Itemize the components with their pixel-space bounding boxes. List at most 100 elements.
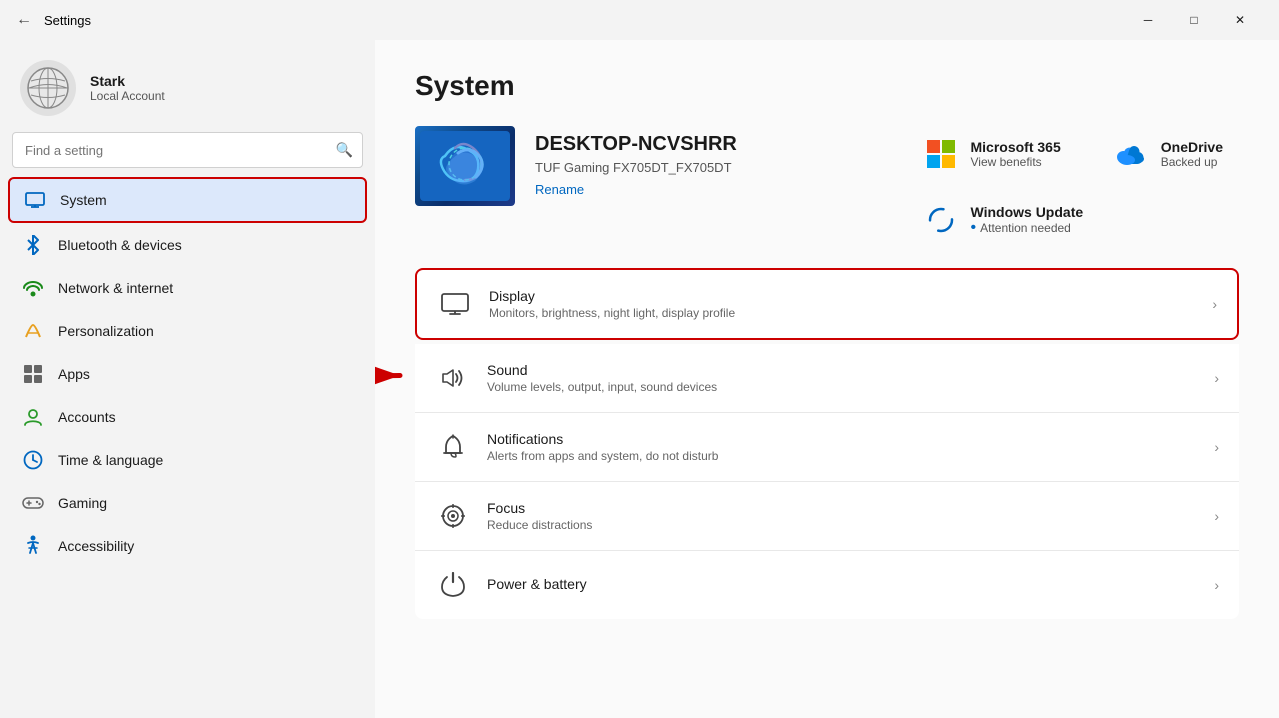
onedrive-text: OneDrive Backed up xyxy=(1161,139,1223,169)
ms365-sub: View benefits xyxy=(971,155,1061,169)
user-name: Stark xyxy=(90,73,165,89)
avatar xyxy=(20,60,76,116)
accessibility-icon xyxy=(22,535,44,557)
search-box: 🔍 xyxy=(12,132,363,168)
search-icon: 🔍 xyxy=(336,142,353,159)
windows-update-title: Windows Update xyxy=(971,204,1084,220)
right-cards: Microsoft 365 View benefits xyxy=(907,126,1240,248)
sound-icon xyxy=(435,360,471,396)
sidebar-item-label-apps: Apps xyxy=(58,366,90,382)
notifications-chevron: › xyxy=(1214,439,1219,455)
sound-chevron: › xyxy=(1214,370,1219,386)
notifications-subtitle: Alerts from apps and system, do not dist… xyxy=(487,449,1198,463)
power-chevron: › xyxy=(1214,577,1219,593)
display-chevron: › xyxy=(1212,296,1217,312)
settings-item-power[interactable]: Power & battery › xyxy=(415,551,1239,619)
sidebar-item-label-system: System xyxy=(60,192,107,208)
ms365-text: Microsoft 365 View benefits xyxy=(971,139,1061,169)
settings-list: Display Monitors, brightness, night ligh… xyxy=(415,268,1239,619)
user-info: Stark Local Account xyxy=(90,73,165,103)
ms365-card[interactable]: Microsoft 365 View benefits xyxy=(907,126,1077,182)
maximize-button[interactable]: □ xyxy=(1171,4,1217,36)
attention-dot: • xyxy=(971,220,977,236)
windows-update-text: Windows Update • Attention needed xyxy=(971,204,1084,236)
sidebar-item-label-personalization: Personalization xyxy=(58,323,154,339)
time-icon xyxy=(22,449,44,471)
sidebar-nav: System Bluetooth & devices xyxy=(8,176,367,568)
sidebar-item-label-accessibility: Accessibility xyxy=(58,538,134,554)
sidebar: Stark Local Account 🔍 System xyxy=(0,40,375,718)
windows-update-sub: Attention needed xyxy=(980,221,1071,235)
apps-icon xyxy=(22,363,44,385)
sidebar-item-bluetooth[interactable]: Bluetooth & devices xyxy=(8,224,367,266)
sound-title: Sound xyxy=(487,362,1198,378)
device-details: DESKTOP-NCVSHRR TUF Gaming FX705DT_FX705… xyxy=(535,133,737,199)
bluetooth-icon xyxy=(22,234,44,256)
power-text: Power & battery xyxy=(487,576,1198,594)
notifications-icon xyxy=(435,429,471,465)
device-image xyxy=(415,126,515,206)
sidebar-item-gaming[interactable]: Gaming xyxy=(8,482,367,524)
settings-item-focus[interactable]: Focus Reduce distractions › xyxy=(415,482,1239,551)
system-icon xyxy=(24,189,46,211)
app-body: Stark Local Account 🔍 System xyxy=(0,40,1279,718)
sidebar-item-label-network: Network & internet xyxy=(58,280,173,296)
sound-subtitle: Volume levels, output, input, sound devi… xyxy=(487,380,1198,394)
sidebar-item-network[interactable]: Network & internet xyxy=(8,267,367,309)
minimize-button[interactable]: ─ xyxy=(1125,4,1171,36)
ms365-title: Microsoft 365 xyxy=(971,139,1061,155)
gaming-icon xyxy=(22,492,44,514)
title-bar-left: ← Settings xyxy=(16,11,91,29)
onedrive-sub: Backed up xyxy=(1161,155,1223,169)
settings-item-display[interactable]: Display Monitors, brightness, night ligh… xyxy=(415,268,1239,340)
settings-item-notifications[interactable]: Notifications Alerts from apps and syste… xyxy=(415,413,1239,482)
onedrive-title: OneDrive xyxy=(1161,139,1223,155)
device-card: DESKTOP-NCVSHRR TUF Gaming FX705DT_FX705… xyxy=(415,126,737,206)
sidebar-item-apps[interactable]: Apps xyxy=(8,353,367,395)
page-title: System xyxy=(415,70,1239,102)
power-title: Power & battery xyxy=(487,576,1198,592)
sidebar-item-system[interactable]: System xyxy=(8,177,367,223)
focus-chevron: › xyxy=(1214,508,1219,524)
title-bar: ← Settings ─ □ ✕ xyxy=(0,0,1279,40)
sidebar-item-label-time: Time & language xyxy=(58,452,163,468)
display-title: Display xyxy=(489,288,1196,304)
accounts-icon xyxy=(22,406,44,428)
focus-subtitle: Reduce distractions xyxy=(487,518,1198,532)
focus-icon xyxy=(435,498,471,534)
sidebar-item-label-gaming: Gaming xyxy=(58,495,107,511)
notifications-text: Notifications Alerts from apps and syste… xyxy=(487,431,1198,463)
focus-text: Focus Reduce distractions xyxy=(487,500,1198,532)
power-icon xyxy=(435,567,471,603)
rename-link[interactable]: Rename xyxy=(535,182,584,197)
ms365-icon xyxy=(923,136,959,172)
settings-item-sound[interactable]: Sound Volume levels, output, input, soun… xyxy=(415,344,1239,413)
search-input[interactable] xyxy=(12,132,363,168)
title-bar-title: Settings xyxy=(44,13,91,28)
display-text: Display Monitors, brightness, night ligh… xyxy=(489,288,1196,320)
notifications-title: Notifications xyxy=(487,431,1198,447)
windows-update-icon xyxy=(923,202,959,238)
title-bar-controls: ─ □ ✕ xyxy=(1125,4,1263,36)
focus-title: Focus xyxy=(487,500,1198,516)
user-type: Local Account xyxy=(90,89,165,103)
top-info-cards: Microsoft 365 View benefits xyxy=(907,126,1240,182)
user-section: Stark Local Account xyxy=(8,40,367,132)
red-arrow xyxy=(375,346,410,411)
content-area: System xyxy=(375,40,1279,718)
sidebar-item-personalization[interactable]: Personalization xyxy=(8,310,367,352)
device-model: TUF Gaming FX705DT_FX705DT xyxy=(535,160,737,175)
back-button[interactable]: ← xyxy=(16,11,32,29)
network-icon xyxy=(22,277,44,299)
device-top: DESKTOP-NCVSHRR TUF Gaming FX705DT_FX705… xyxy=(415,126,1239,248)
close-button[interactable]: ✕ xyxy=(1217,4,1263,36)
onedrive-card[interactable]: OneDrive Backed up xyxy=(1097,126,1239,182)
windows-update-card[interactable]: Windows Update • Attention needed xyxy=(907,192,1240,248)
device-name: DESKTOP-NCVSHRR xyxy=(535,133,737,156)
sidebar-item-time[interactable]: Time & language xyxy=(8,439,367,481)
sidebar-item-accounts[interactable]: Accounts xyxy=(8,396,367,438)
sound-text: Sound Volume levels, output, input, soun… xyxy=(487,362,1198,394)
onedrive-icon xyxy=(1113,136,1149,172)
sidebar-item-accessibility[interactable]: Accessibility xyxy=(8,525,367,567)
sidebar-item-label-bluetooth: Bluetooth & devices xyxy=(58,237,182,253)
